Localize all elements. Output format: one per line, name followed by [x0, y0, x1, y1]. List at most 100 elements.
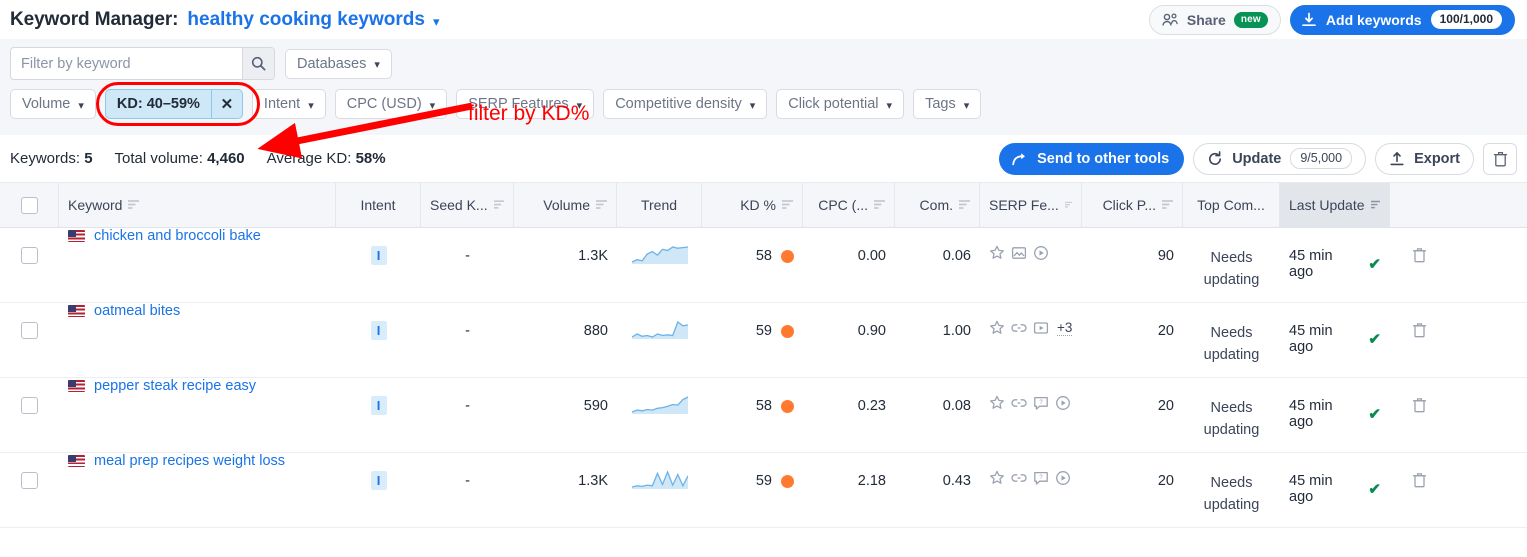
image-icon[interactable]: [1011, 245, 1027, 261]
column-header-select-all[interactable]: [0, 183, 59, 227]
column-header-last-update[interactable]: Last Update: [1280, 183, 1390, 227]
send-to-other-tools-button[interactable]: Send to other tools: [999, 142, 1185, 175]
row-select-cell[interactable]: [0, 453, 59, 527]
link-icon[interactable]: [1011, 470, 1027, 486]
column-header-keyword[interactable]: Keyword: [59, 183, 336, 227]
link-icon[interactable]: [1011, 395, 1027, 411]
row-select-cell[interactable]: [0, 303, 59, 377]
row-checkbox[interactable]: [21, 472, 38, 489]
column-header-click-potential[interactable]: Click P...: [1082, 183, 1183, 227]
trash-icon[interactable]: [1412, 472, 1427, 488]
column-label: Top Com...: [1197, 197, 1265, 213]
keyword-link[interactable]: pepper steak recipe easy: [94, 378, 256, 395]
question-box-icon[interactable]: ?: [1033, 470, 1049, 486]
row-checkbox[interactable]: [21, 397, 38, 414]
download-icon: [1302, 12, 1316, 26]
row-delete-cell[interactable]: [1390, 453, 1448, 527]
question-box-icon[interactable]: ?: [1033, 395, 1049, 411]
row-delete-cell[interactable]: [1390, 228, 1448, 302]
filter-databases[interactable]: Databases ▾: [285, 48, 392, 79]
column-header-seed-keyword[interactable]: Seed K...: [421, 183, 514, 227]
column-header-kd[interactable]: KD %: [702, 183, 803, 227]
table-row[interactable]: oatmeal bites I - 880 59 0.90 1.00 +3 20 Needs up…: [0, 303, 1527, 378]
trash-icon[interactable]: [1412, 322, 1427, 338]
star-icon[interactable]: [989, 470, 1005, 486]
close-icon[interactable]: ✕: [210, 90, 242, 118]
competition-cell: 0.43: [895, 453, 980, 527]
row-delete-cell[interactable]: [1390, 378, 1448, 452]
keyword-cell: pepper steak recipe easy: [59, 378, 336, 452]
us-flag-icon: [68, 230, 85, 242]
sort-icon: [959, 200, 970, 209]
click-potential-value: 20: [1157, 323, 1174, 339]
video-play-icon[interactable]: [1033, 245, 1049, 261]
keyword-link[interactable]: oatmeal bites: [94, 303, 180, 320]
column-header-competition[interactable]: Com.: [895, 183, 980, 227]
star-icon[interactable]: [989, 320, 1005, 336]
serp-more-link[interactable]: +3: [1057, 320, 1073, 336]
export-button[interactable]: Export: [1375, 142, 1474, 175]
sort-icon: [128, 200, 140, 209]
filter-cpc[interactable]: CPC (USD) ▾: [334, 89, 448, 119]
table-body: chicken and broccoli bake I - 1.3K 58 0.00 0.0…: [0, 228, 1527, 528]
row-delete-cell[interactable]: [1390, 303, 1448, 377]
row-select-cell[interactable]: [0, 378, 59, 452]
video-box-icon[interactable]: [1033, 320, 1049, 336]
seed-keyword-cell: -: [421, 228, 514, 302]
top-competitor-cell: Needs updating: [1183, 228, 1280, 302]
video-play-icon[interactable]: [1055, 470, 1071, 486]
chevron-down-icon[interactable]: ▾: [433, 15, 440, 28]
update-button[interactable]: Update 9/5,000: [1193, 142, 1367, 175]
trash-icon: [1493, 151, 1507, 166]
row-checkbox[interactable]: [21, 322, 38, 339]
table-row[interactable]: chicken and broccoli bake I - 1.3K 58 0.00 0.0…: [0, 228, 1527, 303]
table-row[interactable]: meal prep recipes weight loss I - 1.3K 59 2.1…: [0, 453, 1527, 528]
delete-selected-button[interactable]: [1483, 142, 1517, 175]
select-all-checkbox[interactable]: [20, 196, 38, 214]
filter-click-potential[interactable]: Click potential ▾: [776, 89, 905, 119]
search-input[interactable]: [11, 48, 242, 79]
intent-badge[interactable]: I: [370, 246, 387, 265]
check-icon: ✔: [1368, 331, 1381, 348]
link-icon[interactable]: [1011, 320, 1027, 336]
competition-cell: 0.06: [895, 228, 980, 302]
volume-value: 880: [583, 323, 608, 339]
trash-icon[interactable]: [1412, 397, 1427, 413]
row-select-cell[interactable]: [0, 228, 59, 302]
intent-badge[interactable]: I: [370, 396, 387, 415]
add-keywords-button[interactable]: Add keywords 100/1,000: [1289, 4, 1515, 35]
trash-icon[interactable]: [1412, 247, 1427, 263]
filter-volume[interactable]: Volume ▾: [10, 89, 96, 119]
last-update-value: 45 min ago: [1289, 473, 1333, 505]
intent-cell: I: [336, 453, 421, 527]
column-header-volume[interactable]: Volume: [514, 183, 617, 227]
share-button[interactable]: Share new: [1148, 4, 1281, 35]
volume-value: 590: [583, 398, 608, 414]
star-icon[interactable]: [989, 395, 1005, 411]
click-potential-cell: 20: [1082, 303, 1183, 377]
project-name-link[interactable]: healthy cooking keywords: [187, 9, 425, 31]
cpc-value: 0.00: [857, 248, 886, 264]
stat-keywords-value: 5: [84, 150, 93, 167]
column-header-serp-features[interactable]: SERP Fe...: [980, 183, 1082, 227]
kd-value: 59: [755, 473, 772, 489]
table-row[interactable]: pepper steak recipe easy I - 590 58 0.23 0.08?…: [0, 378, 1527, 453]
stat-total-volume-value: 4,460: [207, 150, 245, 167]
column-header-trend: Trend: [617, 183, 702, 227]
keyword-link[interactable]: meal prep recipes weight loss: [94, 453, 285, 470]
top-competitor-value: Needs updating: [1203, 400, 1260, 438]
intent-badge[interactable]: I: [370, 471, 387, 490]
filter-kd-active[interactable]: KD: 40–59% ✕: [104, 89, 243, 119]
filter-intent[interactable]: Intent ▾: [251, 89, 326, 119]
intent-badge[interactable]: I: [370, 321, 387, 340]
video-play-icon[interactable]: [1055, 395, 1071, 411]
filter-competitive-density[interactable]: Competitive density ▾: [603, 89, 768, 119]
search-button[interactable]: [242, 48, 274, 79]
top-competitor-cell: Needs updating: [1183, 453, 1280, 527]
keyword-link[interactable]: chicken and broccoli bake: [94, 228, 261, 245]
filter-tags[interactable]: Tags ▾: [913, 89, 982, 119]
column-header-cpc[interactable]: CPC (...: [803, 183, 895, 227]
last-update-value: 45 min ago: [1289, 398, 1333, 430]
star-icon[interactable]: [989, 245, 1005, 261]
row-checkbox[interactable]: [21, 247, 38, 264]
